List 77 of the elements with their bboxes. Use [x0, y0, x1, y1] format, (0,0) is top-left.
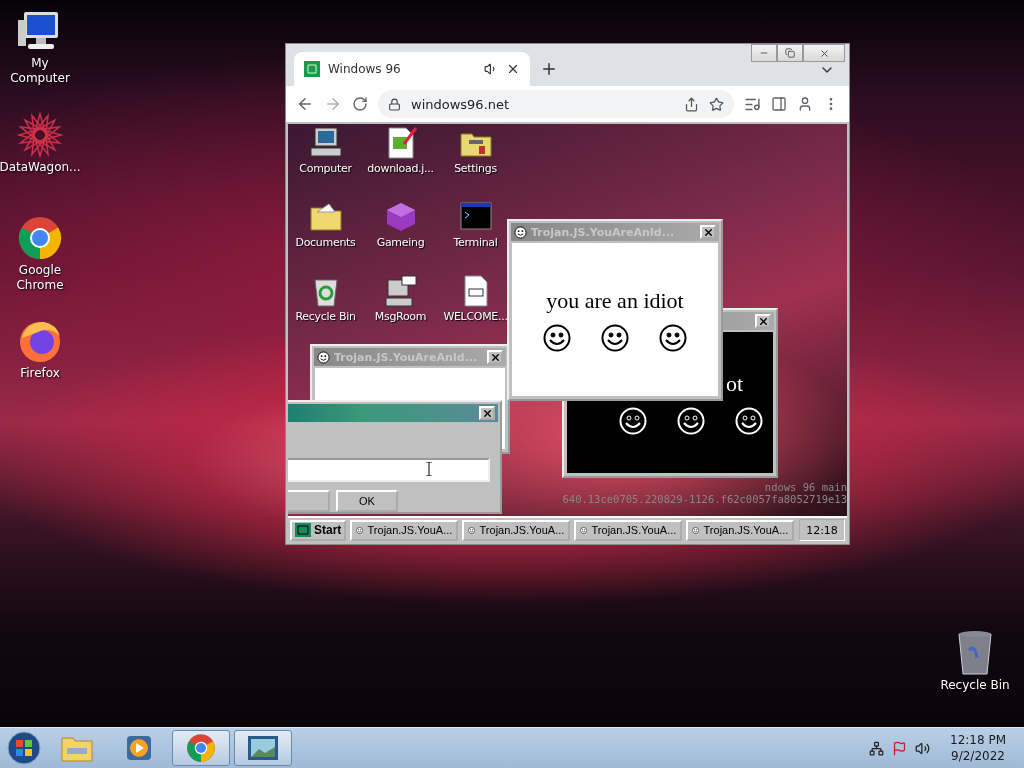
window-title: Trojan.JS.YouAreAnId... [531, 225, 676, 239]
play-icon [125, 734, 153, 762]
profile-button[interactable] [797, 96, 813, 112]
browser-tab[interactable]: Windows 96 [294, 52, 530, 86]
reload-button[interactable] [352, 96, 368, 112]
network-icon[interactable] [869, 740, 884, 756]
computer-icon [308, 126, 343, 160]
flag-icon[interactable] [892, 740, 907, 756]
smiley-icon [677, 406, 705, 435]
close-icon [481, 407, 493, 419]
landscape-picture-icon [247, 735, 279, 761]
forward-arrow-icon [324, 95, 342, 113]
restore-icon [785, 48, 795, 58]
message-text: you are an idiot [546, 287, 684, 314]
clock[interactable]: 12:18 PM 9/2/2022 [950, 732, 1006, 764]
smiley-icon [514, 225, 527, 239]
desktop-icon-label[interactable]: download.j... [367, 162, 434, 175]
close-icon [489, 351, 501, 363]
side-panel-button[interactable] [771, 96, 787, 112]
new-tab-button[interactable] [540, 60, 558, 78]
plus-icon [540, 60, 558, 78]
taskbar-app-button[interactable] [172, 730, 230, 766]
window-title: Trojan.JS.YouAreAnId... [334, 350, 479, 364]
starburst-icon [16, 112, 64, 158]
ok-button[interactable]: OK [336, 490, 398, 512]
start-button[interactable]: Start [290, 519, 347, 541]
clock-text: 12:18 [799, 519, 845, 541]
close-icon [702, 226, 714, 238]
address-bar[interactable]: windows96.net [378, 90, 734, 118]
desktop-icon-label[interactable]: Terminal [453, 236, 498, 249]
desktop-icon-label[interactable]: My Computer [0, 56, 80, 86]
close-icon [757, 315, 769, 327]
browser-logo-icon [186, 733, 216, 763]
message-text: ot [725, 370, 743, 397]
smiley-icon [317, 350, 330, 364]
desktop-icon-label[interactable]: MsgRoom [374, 310, 427, 323]
desktop-icon-label[interactable]: Documents [295, 236, 356, 249]
smiley-icon [659, 323, 687, 352]
smiley-icon [619, 406, 647, 435]
console-text: ndows 96 main [764, 481, 847, 493]
taskbar-window-button[interactable]: Trojan.JS.YouA... [686, 519, 795, 541]
share-icon[interactable] [684, 96, 699, 112]
desktop-icon-label[interactable]: DataWagon... [0, 160, 81, 175]
browser-logo-icon [16, 215, 64, 261]
minimize-button[interactable] [751, 44, 777, 62]
smiley-icon [601, 323, 629, 352]
input-field[interactable] [288, 458, 490, 482]
restore-button[interactable] [777, 44, 803, 62]
desktop-icon-label[interactable]: Google Chrome [0, 263, 80, 293]
desktop-icon-label[interactable]: Settings [454, 162, 497, 175]
text-cursor-icon [426, 462, 432, 478]
folder-icon [61, 734, 93, 762]
side-panel-icon [771, 96, 787, 112]
desktop-icon-label[interactable]: Gameing [376, 236, 425, 249]
reload-icon [352, 96, 368, 112]
taskbar-app-button[interactable] [234, 730, 292, 766]
bookmark-star-icon[interactable] [709, 96, 724, 112]
smiley-icon [735, 406, 763, 435]
smiley-icon [543, 323, 571, 352]
trash-bin-icon [955, 630, 995, 676]
taskbar-window-button[interactable]: Trojan.JS.YouA... [574, 519, 683, 541]
taskbar-window-button[interactable]: Trojan.JS.YouA... [350, 519, 459, 541]
desktop-icon-label[interactable]: Recycle Bin [295, 310, 356, 323]
chat-computer-icon [383, 274, 418, 308]
desktop-icon-label[interactable]: Recycle Bin [940, 678, 1010, 693]
desktop-icon-label[interactable]: Firefox [20, 366, 60, 381]
start-button[interactable] [4, 730, 44, 766]
speaker-icon[interactable] [915, 740, 930, 756]
close-icon[interactable] [506, 62, 520, 76]
lock-icon [388, 97, 401, 111]
desktop-icon-label[interactable]: WELCOME... [443, 310, 508, 323]
desktop-icon-label[interactable]: Computer [299, 162, 352, 175]
close-icon [818, 47, 830, 59]
taskbar-window-button[interactable]: Trojan.JS.YouA... [462, 519, 571, 541]
back-button[interactable] [296, 95, 314, 113]
windows-logo-icon [7, 731, 41, 765]
person-icon [797, 96, 813, 112]
